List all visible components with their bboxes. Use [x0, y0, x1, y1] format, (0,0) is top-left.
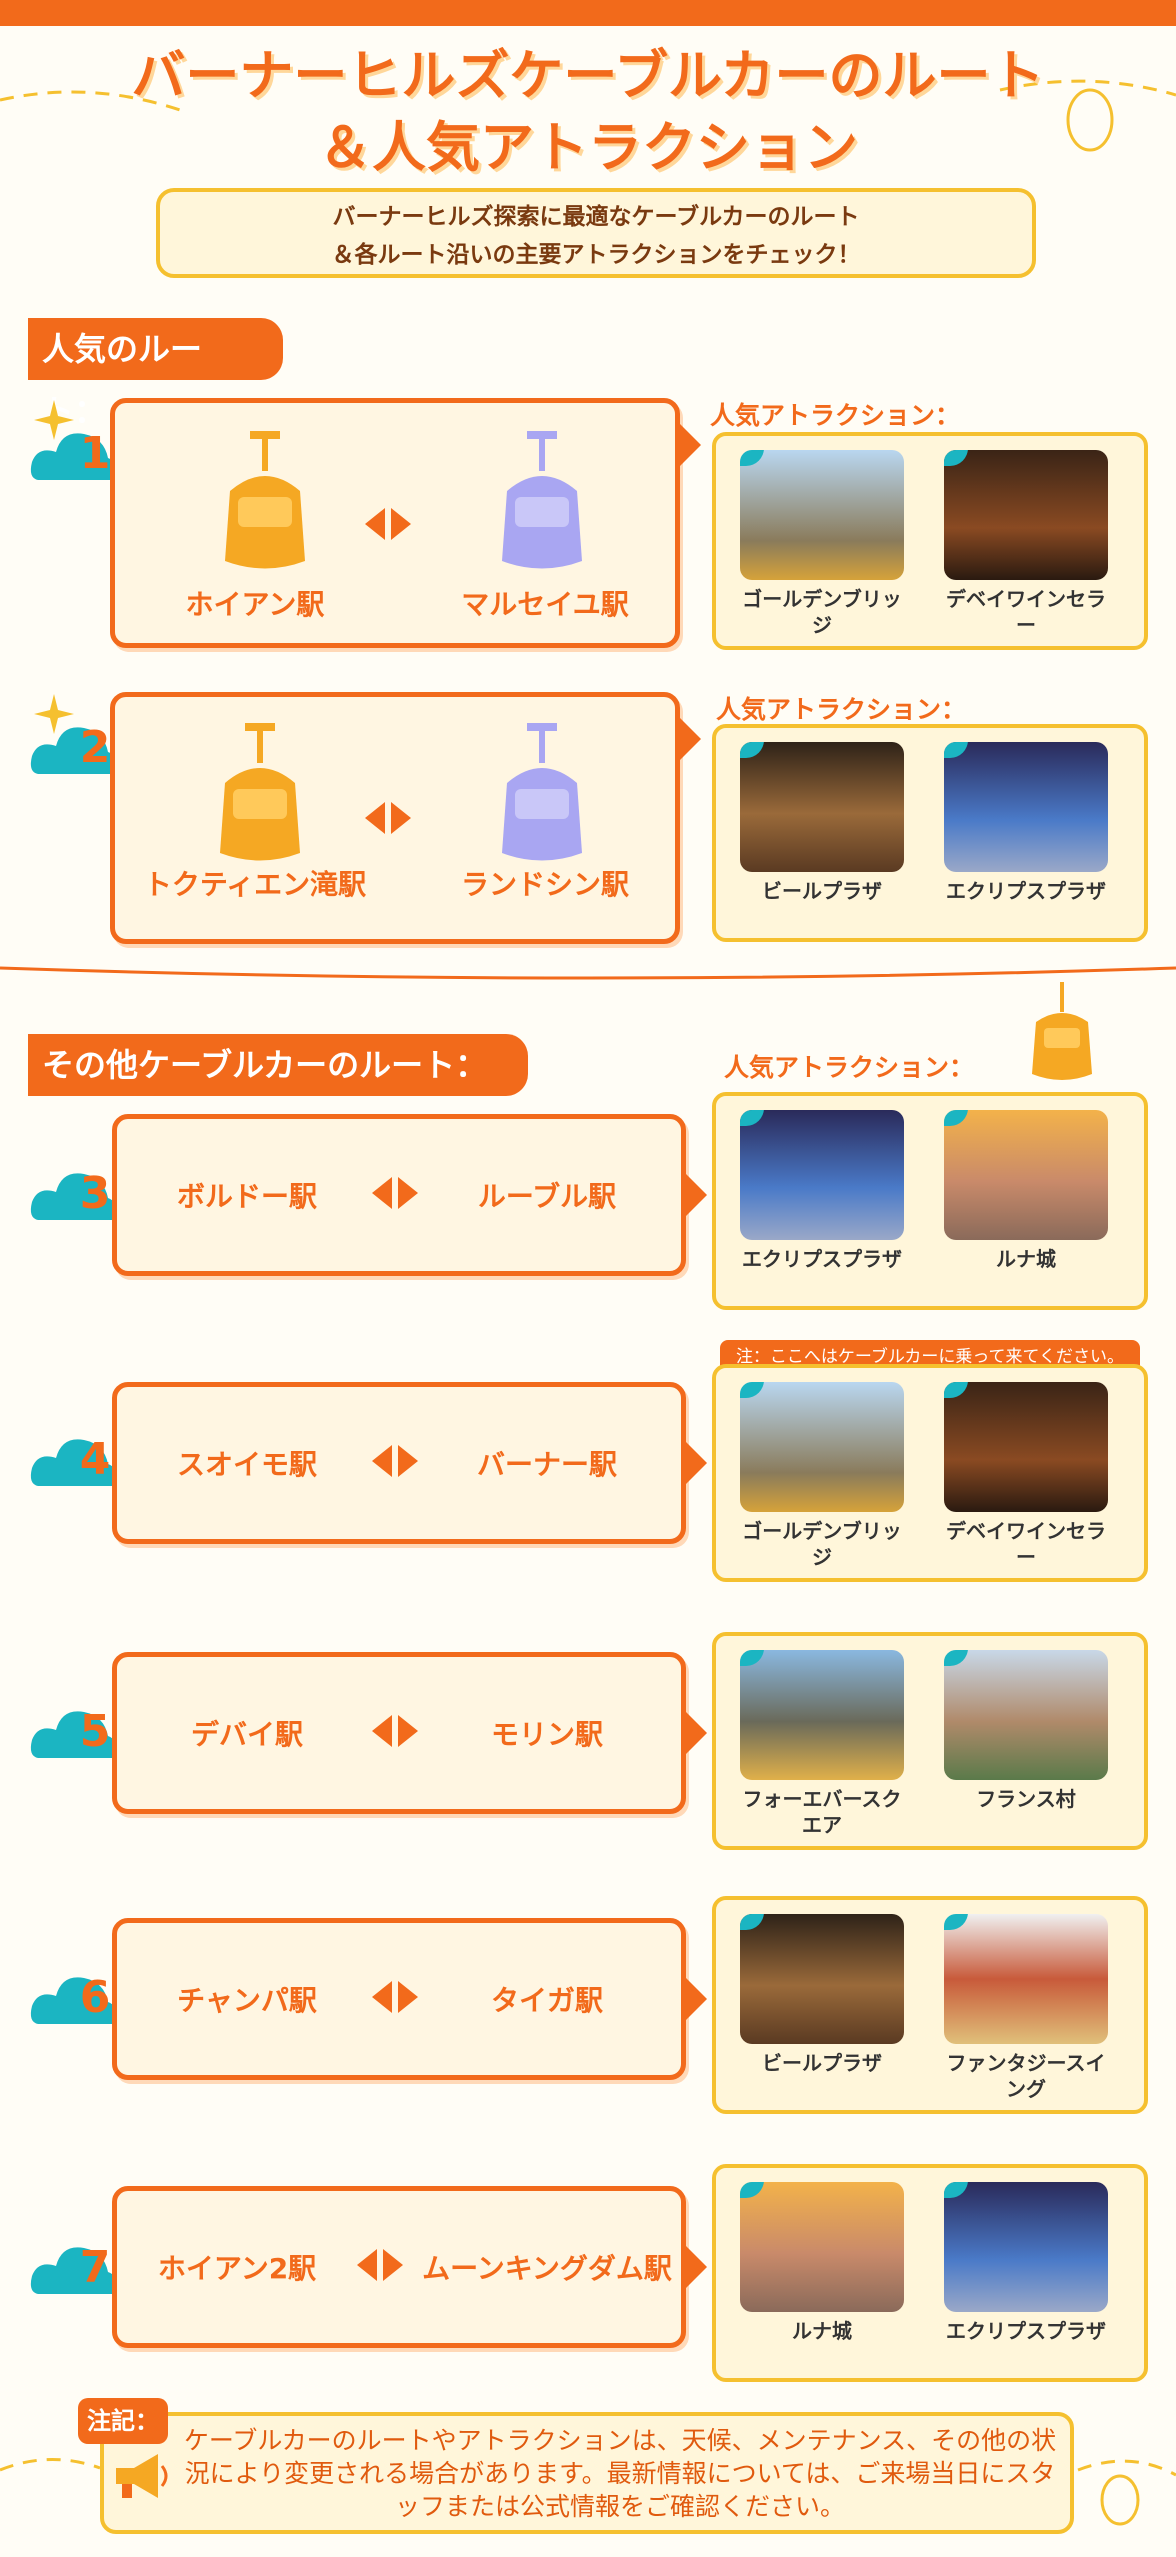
attraction-card[interactable]: デベイワインセラー	[942, 450, 1110, 638]
attraction-photo	[740, 450, 904, 580]
bidirectional-arrow-icon	[357, 2249, 403, 2281]
station-to: ランドシン駅	[460, 868, 629, 901]
popular-routes-tag: 人気のルート：	[28, 318, 283, 430]
station-to: モリン駅	[490, 1718, 603, 1751]
attraction-card[interactable]: エクリプスプラザ	[942, 742, 1110, 904]
attraction-card[interactable]: ビールプラザ	[738, 1914, 906, 2076]
attraction-photo	[740, 1650, 904, 1780]
route-card-4[interactable]: スオイモ駅 バーナー駅	[112, 1382, 707, 1544]
attraction-card[interactable]: フォーエバースクエア	[738, 1650, 906, 1838]
top-bar	[0, 0, 1176, 26]
attraction-photo	[944, 1650, 1108, 1780]
attractions-box-4: ゴールデンブリッジ デベイワインセラー	[712, 1364, 1148, 1582]
bidirectional-arrow-icon	[365, 508, 411, 540]
station-from: ホイアン2駅	[157, 2252, 317, 2285]
attraction-photo	[944, 742, 1108, 872]
route-card-6[interactable]: チャンパ駅 タイガ駅	[112, 1918, 707, 2080]
attraction-photo	[740, 1110, 904, 1240]
attraction-photo	[740, 1382, 904, 1512]
sparkle-icon	[34, 400, 74, 440]
attractions-label: 人気アトラクション：	[710, 401, 961, 430]
attractions-box-1: ゴールデンブリッジ デベイワインセラー	[712, 432, 1148, 650]
attractions-box-2: ビールプラザ エクリプスプラザ	[712, 724, 1148, 942]
attraction-card[interactable]: ルナ城	[942, 1110, 1110, 1272]
station-to: バーナー駅	[476, 1448, 617, 1481]
attractions-box-6: ビールプラザ ファンタジースイング	[712, 1896, 1148, 2114]
station-from: デバイ駅	[190, 1718, 303, 1751]
bidirectional-arrow-icon	[372, 1715, 418, 1747]
route-card-5[interactable]: デバイ駅 モリン駅	[112, 1652, 707, 1814]
footer-note-tag: 注記：	[78, 2398, 168, 2444]
station-from: トクティエン滝駅	[143, 868, 367, 901]
attraction-card[interactable]: エクリプスプラザ	[738, 1110, 906, 1272]
attraction-photo	[740, 742, 904, 872]
attraction-card[interactable]: ゴールデンブリッジ	[738, 450, 906, 638]
bidirectional-arrow-icon	[365, 802, 411, 834]
station-from: ボルドー駅	[176, 1180, 317, 1213]
attraction-photo	[944, 2182, 1108, 2312]
attraction-photo	[944, 450, 1108, 580]
attraction-card[interactable]: ファンタジースイング	[942, 1914, 1110, 2102]
bidirectional-arrow-icon	[372, 1445, 418, 1477]
attractions-box-7: ルナ城 エクリプスプラザ	[712, 2164, 1148, 2382]
station-from: チャンパ駅	[177, 1984, 317, 2017]
attraction-photo	[944, 1110, 1108, 1240]
gondola-icon	[502, 431, 582, 569]
route-card-3[interactable]: ボルドー駅 ルーブル駅	[112, 1114, 707, 1276]
gondola-icon	[502, 723, 582, 861]
subtitle-box: バーナーヒルズ探索に最適なケーブルカーのルート ＆各ルート沿いの主要アトラクショ…	[156, 188, 1036, 278]
attraction-photo	[740, 2182, 904, 2312]
gondola-icon	[220, 723, 300, 861]
attraction-photo	[944, 1914, 1108, 2044]
megaphone-icon	[116, 2454, 168, 2498]
attraction-card[interactable]: フランス村	[942, 1650, 1110, 1812]
route-card-2[interactable]: トクティエン滝駅 ランドシン駅	[110, 692, 701, 944]
attraction-card[interactable]: ルナ城	[738, 2182, 906, 2344]
station-from: ホイアン駅	[185, 588, 325, 621]
gondola-icon	[1032, 982, 1092, 1080]
station-to: マルセイユ駅	[461, 588, 629, 621]
attractions-box-3: エクリプスプラザ ルナ城	[712, 1092, 1148, 1310]
attraction-card[interactable]: ビールプラザ	[738, 742, 906, 904]
attractions-box-5: フォーエバースクエア フランス村	[712, 1632, 1148, 1850]
station-to: ルーブル駅	[477, 1180, 617, 1213]
attraction-card[interactable]: デベイワインセラー	[942, 1382, 1110, 1570]
attraction-card[interactable]: ゴールデンブリッジ	[738, 1382, 906, 1570]
attraction-photo	[740, 1914, 904, 2044]
route-card-1[interactable]: ホイアン駅 マルセイユ駅	[110, 398, 701, 648]
bidirectional-arrow-icon	[372, 1981, 418, 2013]
bidirectional-arrow-icon	[372, 1177, 418, 1209]
station-from: スオイモ駅	[176, 1448, 317, 1481]
route-card-7[interactable]: ホイアン2駅 ムーンキングダム駅	[112, 2186, 707, 2348]
attractions-label: 人気アトラクション：	[724, 1053, 975, 1082]
attractions-label: 人気アトラクション：	[716, 695, 967, 724]
station-to: タイガ駅	[490, 1984, 603, 2017]
sparkle-icon	[34, 694, 74, 734]
attraction-card[interactable]: エクリプスプラザ	[942, 2182, 1110, 2344]
section-divider	[0, 966, 1176, 980]
footer-note-text: ケーブルカーのルートやアトラクションは、天候、メンテナンス、その他の状況により変…	[183, 2426, 1057, 2521]
other-routes-tag: その他ケーブルカーのルート：	[28, 1034, 528, 1096]
gondola-icon	[225, 431, 305, 569]
station-to: ムーンキングダム駅	[422, 2252, 672, 2285]
page-title: バーナーヒルズケーブルカーのルート ＆人気アトラクション	[131, 44, 1045, 179]
attraction-photo	[944, 1382, 1108, 1512]
